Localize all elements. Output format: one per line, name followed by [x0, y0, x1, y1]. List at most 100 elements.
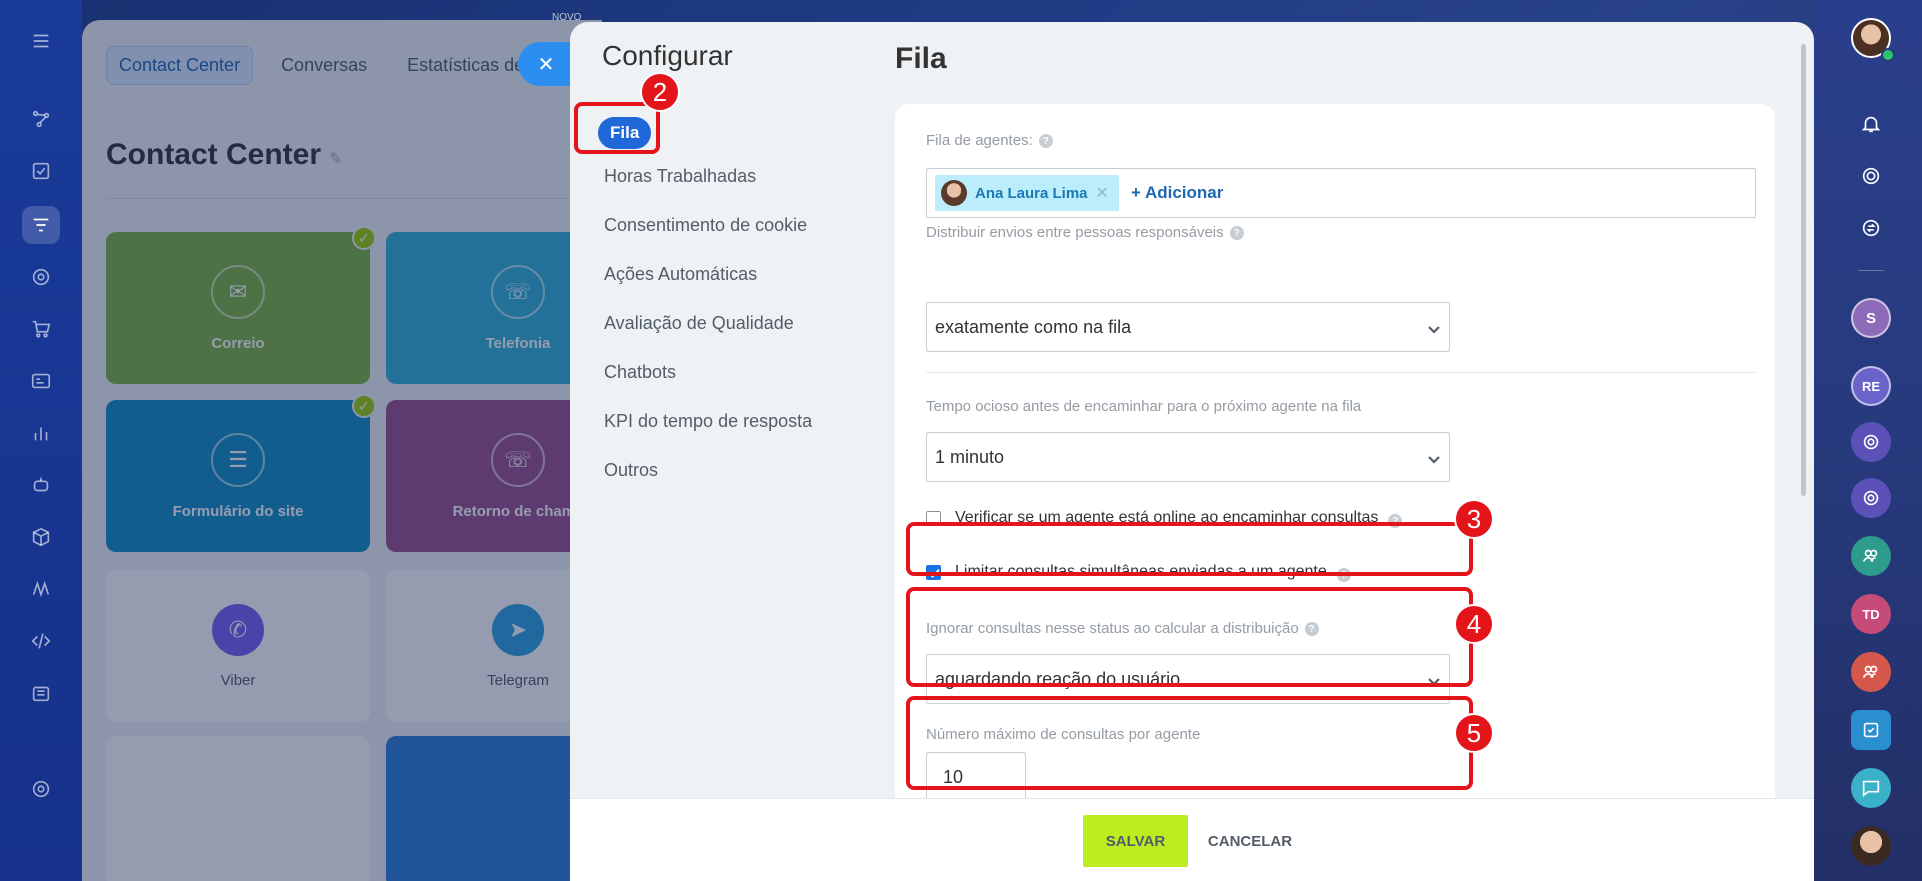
distribute-select[interactable]: exatamente como na fila: [926, 302, 1450, 352]
tile-label: Telefonia: [485, 334, 551, 352]
form-icon: ☰: [211, 432, 265, 487]
tile-more-1[interactable]: [106, 736, 370, 881]
crm-funnel-icon[interactable]: [22, 206, 60, 244]
left-nav-rail: [0, 0, 82, 881]
contact-center-tabs: Contact Center Conversas Estatísticas de…: [106, 46, 550, 85]
close-slider-button[interactable]: ✕: [518, 42, 574, 86]
target-icon[interactable]: [1851, 156, 1891, 196]
bell-icon[interactable]: [1851, 104, 1891, 144]
add-agent-link[interactable]: + Adicionar: [1131, 183, 1223, 203]
settings-heading: Configurar: [602, 40, 733, 71]
slider-footer: SALVAR CANCELAR: [570, 798, 1814, 881]
telegram-icon: ➤: [492, 603, 544, 656]
mail-icon: ✉: [211, 264, 265, 319]
feed-icon[interactable]: [22, 100, 60, 138]
agent-name: Ana Laura Lima: [975, 184, 1088, 202]
agent-chip[interactable]: Ana Laura Lima ✕: [935, 175, 1119, 211]
save-button[interactable]: SALVAR: [1083, 815, 1188, 867]
menu-icon[interactable]: [22, 22, 60, 60]
idle-time-value: 1 minuto: [935, 446, 1005, 467]
tile-label: Retorno de chama: [452, 502, 584, 520]
novo-badge: NOVO: [552, 12, 582, 23]
menu-item-avaliacao-qualidade[interactable]: Avaliação de Qualidade: [592, 302, 892, 351]
section-divider: [926, 372, 1756, 373]
tile-label: Viber: [220, 671, 256, 689]
code-icon[interactable]: [22, 622, 60, 660]
page-title: Fila: [895, 42, 947, 75]
agent-avatar: [941, 180, 967, 206]
distribute-value: exatamente como na fila: [935, 316, 1132, 337]
menu-item-acoes-automaticas[interactable]: Ações Automáticas: [592, 253, 892, 302]
contact-card-icon[interactable]: [22, 362, 60, 400]
callback-phone-icon: ☏: [491, 432, 545, 487]
tab-contact-center[interactable]: Contact Center: [106, 46, 254, 85]
divider: [1858, 270, 1884, 271]
chat-avatar[interactable]: RE: [1851, 366, 1891, 406]
menu-item-kpi-tempo-resposta[interactable]: KPI do tempo de resposta: [592, 400, 892, 449]
agents-field-label: Fila de agentes:?: [926, 132, 1053, 149]
message-icon[interactable]: [1851, 768, 1891, 808]
help-icon[interactable]: ?: [1038, 134, 1053, 149]
settings-menu: Fila Horas Trabalhadas Consentimento de …: [592, 106, 892, 498]
annotation-number: 4: [1454, 604, 1494, 644]
tile-formulario[interactable]: ☰ Formulário do site ✓: [106, 394, 376, 552]
agents-queue-field[interactable]: Ana Laura Lima ✕ + Adicionar: [926, 168, 1756, 218]
building-icon[interactable]: [22, 674, 60, 712]
box-icon[interactable]: [22, 518, 60, 556]
tile-label: Formulário do site: [172, 502, 304, 520]
tile-correio[interactable]: ✉ Correio ✓: [106, 226, 376, 384]
annotation-box-ignore: [906, 587, 1473, 687]
connected-check-icon: ✓: [352, 226, 376, 250]
phone-icon: ☏: [491, 264, 545, 319]
analytics-icon[interactable]: [22, 414, 60, 452]
menu-item-outros[interactable]: Outros: [592, 449, 892, 498]
tile-label: Correio: [211, 334, 265, 352]
annotation-box-fila: [574, 102, 660, 154]
close-icon: ✕: [537, 53, 555, 76]
idle-time-select[interactable]: 1 minuto: [926, 432, 1450, 482]
distribute-field-label: Distribuir envios entre pessoas responsá…: [926, 224, 1244, 241]
online-status-icon: [1881, 48, 1895, 62]
annotation-box-max: [906, 696, 1473, 790]
contact-center-title: Contact Center ✎: [106, 138, 342, 172]
group-chat-icon[interactable]: [1851, 536, 1891, 576]
group-chat-icon[interactable]: [1851, 652, 1891, 692]
pin-icon[interactable]: ✎: [329, 151, 342, 168]
scrollbar[interactable]: [1801, 44, 1806, 496]
page-title: Contact Center: [106, 138, 322, 171]
viber-icon: ✆: [212, 603, 264, 656]
target-icon[interactable]: [22, 258, 60, 296]
annotation-box-limit: [906, 522, 1473, 576]
menu-item-horas-trabalhadas[interactable]: Horas Trabalhadas: [592, 155, 892, 204]
tab-conversas[interactable]: Conversas: [269, 47, 379, 84]
contact-avatar[interactable]: [1851, 826, 1891, 866]
annotation-number: 2: [640, 72, 680, 112]
sign-icon[interactable]: [22, 570, 60, 608]
menu-item-chatbots[interactable]: Chatbots: [592, 351, 892, 400]
annotation-number: 5: [1454, 713, 1494, 753]
chat-avatar[interactable]: S: [1851, 298, 1891, 338]
chevron-down-icon: [1427, 450, 1441, 464]
sync-icon[interactable]: [1851, 208, 1891, 248]
settings-gear-icon[interactable]: [22, 770, 60, 808]
open-channel-icon[interactable]: [1851, 478, 1891, 518]
chat-avatar[interactable]: TD: [1851, 594, 1891, 634]
tile-label: Telegram: [487, 671, 549, 689]
annotation-number: 3: [1454, 499, 1494, 539]
chevron-down-icon: [1427, 320, 1441, 334]
task-chat-icon[interactable]: [1851, 710, 1891, 750]
contact-center-background: Contact Center Conversas Estatísticas de…: [82, 20, 602, 881]
tile-viber[interactable]: ✆ Viber: [106, 570, 370, 722]
robot-icon[interactable]: [22, 466, 60, 504]
idle-time-label: Tempo ocioso antes de encaminhar para o …: [926, 398, 1362, 415]
help-icon[interactable]: ?: [1229, 226, 1244, 241]
cancel-button[interactable]: CANCELAR: [1200, 815, 1300, 867]
right-rail: S RE TD: [1814, 0, 1922, 881]
open-channel-icon[interactable]: [1851, 422, 1891, 462]
menu-item-consentimento-cookie[interactable]: Consentimento de cookie: [592, 204, 892, 253]
shop-cart-icon[interactable]: [22, 310, 60, 348]
divider: [106, 198, 586, 199]
tasks-icon[interactable]: [22, 152, 60, 190]
connected-check-icon: ✓: [352, 394, 376, 418]
remove-agent-icon[interactable]: ✕: [1096, 183, 1109, 203]
